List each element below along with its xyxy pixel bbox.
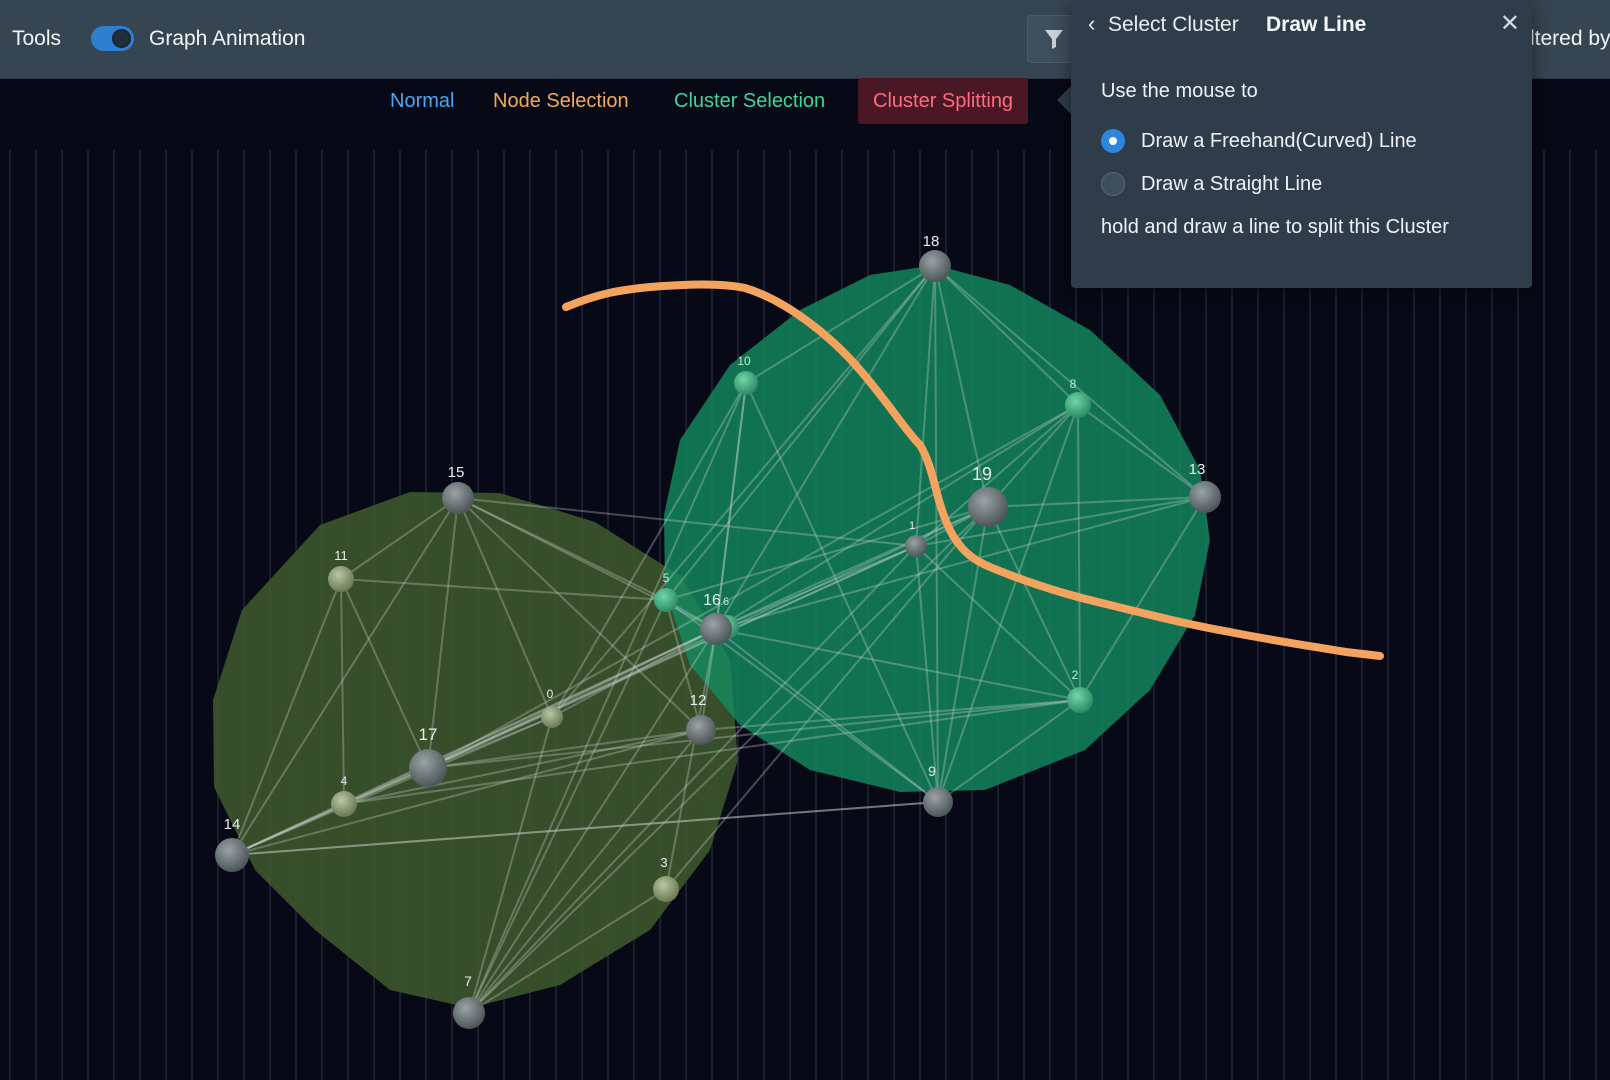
- graph-node-10[interactable]: [734, 371, 758, 395]
- graph-node-label: 10: [737, 354, 751, 368]
- graph-node-label: 4: [341, 774, 348, 788]
- graph-node-12[interactable]: [686, 715, 716, 745]
- graph-node-label: 0: [547, 687, 554, 701]
- graph-node-19[interactable]: [968, 487, 1008, 527]
- graph-node-label: 12: [690, 692, 707, 709]
- popover-hint: hold and draw a line to split this Clust…: [1101, 216, 1449, 238]
- graph-node-14[interactable]: [215, 838, 249, 872]
- graph-node-label: 7: [464, 973, 472, 989]
- graph-node-13[interactable]: [1189, 481, 1221, 513]
- graph-node-label: 3: [660, 855, 667, 870]
- chevron-left-icon[interactable]: ‹: [1088, 11, 1095, 37]
- tab-normal[interactable]: Normal: [390, 90, 454, 113]
- toggle-knob: [112, 29, 131, 48]
- graph-node-label: 19: [972, 464, 992, 484]
- graph-node-16[interactable]: [700, 613, 732, 645]
- graph-node-9[interactable]: [923, 787, 953, 817]
- popover-intro: Use the mouse to: [1101, 80, 1258, 102]
- tab-cluster-selection[interactable]: Cluster Selection: [674, 90, 825, 113]
- graph-node-7[interactable]: [453, 997, 485, 1029]
- graph-node-label: 17: [419, 725, 438, 744]
- straight-line-label: Draw a Straight Line: [1141, 173, 1323, 195]
- graph-node-8[interactable]: [1065, 392, 1091, 418]
- graph-node-label: 14: [224, 816, 241, 833]
- graph-node-label: 9: [928, 763, 936, 779]
- radio-freehand[interactable]: [1101, 129, 1125, 153]
- filter-icon: [1045, 30, 1063, 49]
- graph-node-2[interactable]: [1067, 687, 1093, 713]
- tab-cluster-splitting[interactable]: Cluster Splitting: [858, 78, 1029, 124]
- graph-node-0[interactable]: [541, 706, 563, 728]
- select-cluster-breadcrumb[interactable]: Select Cluster: [1108, 13, 1239, 37]
- filtered-by-label: ltered by: [1530, 27, 1610, 50]
- graph-node-3[interactable]: [653, 876, 679, 902]
- graph-node-label: 6: [723, 596, 729, 608]
- draw-line-popover: ‹ Select Cluster Draw Line ✕ Use the mou…: [1071, 0, 1532, 288]
- graph-node-17[interactable]: [409, 749, 447, 787]
- freehand-line-label: Draw a Freehand(Curved) Line: [1141, 130, 1417, 152]
- graph-node-5[interactable]: [654, 588, 678, 612]
- graph-node-label: 11: [334, 548, 348, 563]
- graph-node-label: 18: [923, 233, 940, 250]
- radio-straight[interactable]: [1101, 172, 1125, 196]
- popover-header: ‹ Select Cluster Draw Line ✕: [1071, 0, 1532, 48]
- graph-node-label: 1: [909, 520, 915, 532]
- graph-node-18[interactable]: [919, 250, 951, 282]
- graph-node-4[interactable]: [331, 791, 357, 817]
- graph-node-label: 15: [448, 464, 465, 481]
- popover-arrow: [1057, 86, 1071, 114]
- graph-node-label: 16: [703, 592, 721, 609]
- graph-node-11[interactable]: [328, 566, 354, 592]
- graph-node-15[interactable]: [442, 482, 474, 514]
- graph-node-1[interactable]: [905, 535, 927, 557]
- popover-title: Draw Line: [1266, 13, 1367, 36]
- close-icon[interactable]: ✕: [1500, 9, 1520, 38]
- tools-menu[interactable]: Tools: [12, 27, 61, 51]
- graph-animation-label: Graph Animation: [149, 27, 306, 50]
- graph-animation-toggle[interactable]: [91, 26, 134, 51]
- graph-node-label: 8: [1070, 377, 1077, 391]
- tab-node-selection[interactable]: Node Selection: [493, 90, 629, 113]
- graph-node-label: 13: [1189, 461, 1206, 478]
- graph-node-label: 5: [663, 571, 670, 585]
- graph-node-label: 2: [1072, 668, 1079, 682]
